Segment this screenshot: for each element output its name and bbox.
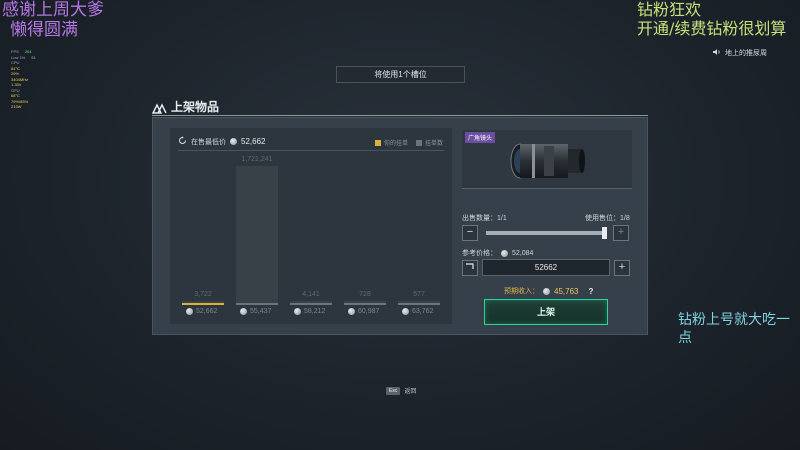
chart-bar-price-label: 52,662 — [196, 308, 218, 315]
price-plus-button[interactable]: + — [614, 260, 630, 276]
sound-label: 地上的推尿周 — [725, 50, 767, 57]
legend-swatch-other — [416, 140, 423, 147]
panel-title: 上架物品 — [171, 100, 220, 114]
fps-label: FPS — [11, 49, 19, 54]
fps-value: 204 — [24, 49, 32, 54]
chart-bar-price: 52,662 — [186, 308, 217, 315]
legend-other-label: 挂单数 — [425, 141, 444, 147]
lowest-price-value: 52,662 — [241, 137, 266, 146]
stream-overlay-lazy: 懒得圆满 — [10, 20, 78, 40]
chart-bar-price-label: 58,212 — [304, 308, 326, 315]
list-item-button[interactable]: 上架 — [484, 299, 608, 325]
coin-icon — [501, 249, 508, 257]
item-category-tag: 广角镜头 — [465, 132, 496, 143]
lens-image — [510, 143, 585, 179]
income-label: 预期收入： — [504, 288, 539, 295]
chart-bar-price: 58,212 — [294, 308, 325, 315]
legend-mine-label: 你的挂单 — [384, 141, 409, 147]
price-input[interactable] — [482, 259, 610, 276]
quantity-value: 1/1 — [497, 215, 507, 222]
reference-price-value: 52,084 — [512, 249, 534, 257]
panel-header: 上架物品 — [151, 98, 220, 115]
stream-overlay-thanks: 感谢上周大爹 — [2, 0, 104, 20]
chart-bar-baseline — [182, 303, 224, 305]
quantity-label: 出售数量： — [462, 215, 497, 222]
chart-bar-baseline — [290, 303, 332, 305]
chart-bar-price: 60,987 — [348, 308, 379, 315]
quantity-label-group: 出售数量：1/1 — [462, 213, 507, 223]
chart-header: 在售最低价 52,662 — [178, 136, 265, 147]
chart-bar-baseline — [344, 303, 386, 305]
chart-bar-count: 4,141 — [302, 291, 320, 298]
stream-overlay-side: 钻粉上号就大吃一点 — [678, 312, 790, 346]
quantity-slider-thumb[interactable] — [602, 227, 607, 239]
chart-divider — [178, 150, 444, 151]
stream-overlay-promo-sub: 开通/续费钻粉很划算 — [637, 19, 787, 38]
chart-legend: 你的挂单 挂单数 — [375, 138, 443, 147]
chart-bar-count: 3,722 — [194, 291, 212, 298]
back-label: 返回 — [404, 389, 417, 395]
coin-icon — [186, 308, 193, 315]
reference-price-group: 参考价格： 52,084 — [462, 248, 533, 258]
coin-icon — [348, 308, 355, 315]
slot-usage-banner: 将使用1个槽位 — [336, 66, 465, 83]
performance-overlay: FPS 204 Low 1% 91 CPU 84°C 29% 3404MHz 1.3… — [11, 49, 36, 110]
chart-bar-baseline — [398, 303, 440, 305]
coin-icon — [230, 138, 237, 145]
legend-other: 挂单数 — [416, 138, 443, 147]
chart-bar-price-label: 55,437 — [250, 308, 272, 315]
gpu-power: 215W — [11, 104, 22, 109]
income-help-icon[interactable]: ? — [588, 287, 593, 296]
title-divider — [152, 115, 648, 116]
coin-icon — [543, 287, 550, 295]
slots-label: 使用售位： — [585, 215, 620, 222]
esc-key-icon: Esc — [386, 386, 401, 395]
low-label: Low 1% — [11, 54, 26, 60]
coin-icon — [240, 308, 247, 315]
chart-bar-price: 55,437 — [240, 308, 271, 315]
chart-bar[interactable] — [236, 166, 278, 305]
chart-bar-price-label: 60,987 — [358, 308, 380, 315]
coin-icon — [294, 308, 301, 315]
chart-bar-baseline — [236, 303, 278, 305]
preview-divider — [462, 188, 632, 189]
quantity-slider-track[interactable] — [486, 231, 606, 235]
chart-bar-count: 577 — [413, 291, 425, 298]
legend-mine: 你的挂单 — [375, 138, 408, 147]
low-value: 91 — [31, 54, 36, 60]
chart-bar-price: 63,762 — [402, 308, 433, 315]
price-arrow-icon — [465, 261, 475, 273]
speaker-icon — [713, 48, 721, 58]
coin-icon — [402, 308, 409, 315]
slots-label-group: 使用售位：1/8 — [585, 213, 630, 223]
quantity-plus-button[interactable]: + — [613, 225, 629, 241]
refresh-icon[interactable] — [178, 136, 187, 147]
item-preview: 广角镜头 — [462, 130, 632, 188]
chart-bar-count: 1,721,241 — [241, 156, 273, 163]
back-hint[interactable]: Esc 返回 — [386, 386, 416, 395]
income-value: 45,763 — [554, 286, 579, 296]
legend-swatch-mine — [375, 140, 381, 147]
set-price-button[interactable] — [462, 260, 478, 276]
delta-logo-icon — [151, 101, 167, 114]
chart-bar-price-label: 63,762 — [412, 308, 434, 315]
stream-overlay-promo-title: 钻粉狂欢 — [637, 0, 702, 19]
lowest-price-label: 在售最低价 — [191, 138, 226, 146]
sound-indicator: 地上的推尿周 — [713, 48, 767, 58]
expected-income: 预期收入： 45,763 ? — [504, 286, 593, 296]
slots-value: 1/8 — [620, 215, 630, 222]
chart-bar-count: 728 — [359, 291, 371, 298]
quantity-minus-button[interactable]: − — [462, 225, 478, 241]
reference-price-label: 参考价格： — [462, 250, 497, 257]
